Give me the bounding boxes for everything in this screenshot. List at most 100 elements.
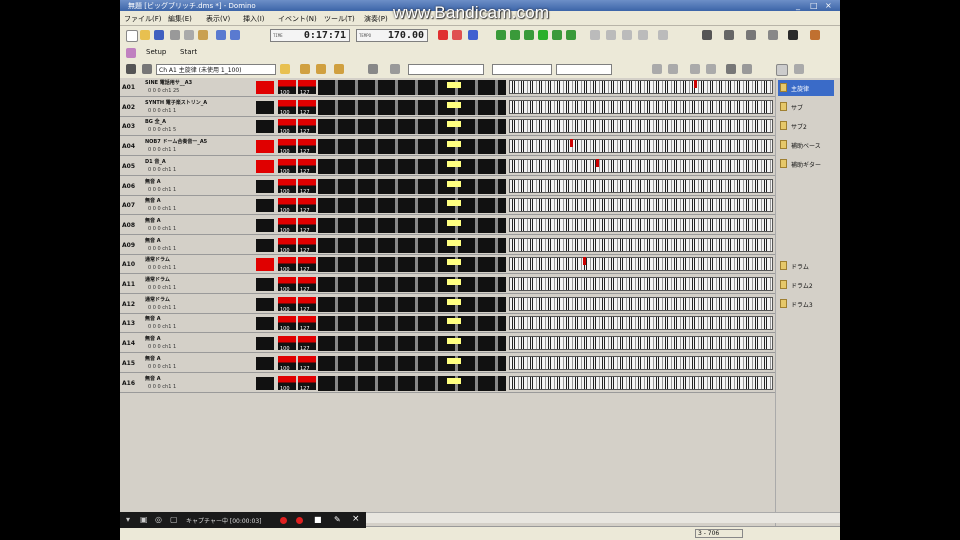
quantize-select[interactable] (492, 64, 552, 75)
minimize-button[interactable]: _ (796, 1, 800, 10)
vertical-down-icon[interactable] (742, 64, 752, 74)
pan-knob[interactable] (447, 180, 461, 187)
step-record-icon[interactable] (452, 30, 462, 40)
marker3-icon[interactable] (334, 64, 344, 74)
zoom-x4-icon[interactable] (638, 30, 648, 40)
track-name[interactable]: 通常ドラム (145, 296, 170, 303)
track-name[interactable]: BG 全_A (145, 118, 166, 125)
track-name[interactable]: 無音 A (145, 178, 161, 185)
save-icon[interactable] (154, 30, 164, 40)
folder-item[interactable]: 補助ベース (778, 137, 834, 153)
expression-meter[interactable]: 127 (298, 257, 316, 273)
track-row[interactable]: A10 通常ドラム 0 0 0 ch1 1 100 127 (120, 255, 775, 275)
maximize-button[interactable]: □ (810, 1, 818, 10)
setup-button[interactable]: Setup (146, 48, 166, 56)
zoom-in-icon[interactable] (652, 64, 662, 74)
pan-knob[interactable] (447, 279, 461, 285)
port-select[interactable]: Ch A1 主旋律 (未使用 1_100) (156, 64, 276, 75)
pan-knob[interactable] (447, 357, 461, 364)
volume-meter[interactable]: 100 (278, 217, 296, 234)
controller-cells[interactable] (318, 316, 506, 332)
pan-knob[interactable] (447, 338, 461, 345)
volume-meter[interactable]: 100 (278, 178, 296, 195)
screen-icon[interactable]: ▣ (140, 515, 148, 524)
pan-knob[interactable] (447, 298, 461, 305)
volume-meter[interactable]: 100 (278, 257, 296, 273)
record-dot-icon[interactable] (280, 517, 287, 524)
volume-meter[interactable]: 100 (278, 355, 296, 372)
prev-icon[interactable] (510, 30, 520, 40)
pan-knob[interactable] (447, 318, 461, 325)
volume-meter[interactable]: 100 (278, 158, 296, 175)
track-row[interactable]: A14 無音 A 0 0 0 ch1 1 100 127 (120, 334, 775, 354)
controller-cells[interactable] (318, 217, 506, 233)
settings-icon[interactable] (810, 30, 820, 40)
controller-cells[interactable] (318, 355, 506, 371)
expression-meter[interactable]: 127 (298, 99, 316, 116)
controller-cells[interactable] (318, 139, 506, 155)
vertical-up-icon[interactable] (726, 64, 736, 74)
volume-meter[interactable]: 100 (278, 375, 296, 392)
stop-icon[interactable] (524, 30, 534, 40)
folder-item[interactable]: ドラム3 (778, 296, 834, 312)
track-row[interactable]: A08 無音 A0 0 0 ch1 1 100 127 (120, 216, 775, 235)
play-icon[interactable] (538, 30, 548, 40)
track-row[interactable]: A13 無音 A 0 0 0 ch1 1 100 127 (120, 314, 775, 334)
zoom-x1-icon[interactable] (590, 30, 600, 40)
volume-meter[interactable]: 100 (278, 99, 296, 116)
controller-cells[interactable] (318, 336, 506, 352)
pan-knob[interactable] (447, 377, 461, 384)
zoom-x2-icon[interactable] (606, 30, 616, 40)
eraser-icon[interactable] (390, 64, 400, 74)
hzoom-out-icon[interactable] (706, 64, 716, 74)
expression-meter[interactable]: 127 (298, 217, 316, 234)
volume-meter[interactable]: 100 (278, 277, 296, 293)
track-row[interactable]: A16 無音 A0 0 0 ch1 1 100 127 (120, 374, 775, 393)
redo-icon[interactable] (230, 30, 240, 40)
pen-icon[interactable] (368, 64, 378, 74)
pan-knob[interactable] (447, 82, 461, 88)
expression-meter[interactable]: 127 (298, 355, 316, 372)
menu-edit[interactable]: 編集(E) (168, 14, 192, 24)
pencil-icon[interactable]: ✎ (334, 515, 341, 524)
menu-view[interactable]: 表示(V) (206, 14, 230, 24)
volume-meter[interactable]: 100 (278, 296, 296, 313)
folder-item[interactable]: 補助ギター (778, 156, 834, 172)
controller-cells[interactable] (318, 99, 506, 115)
cut-icon[interactable] (170, 30, 180, 40)
mixer-icon[interactable] (768, 30, 778, 40)
expression-meter[interactable]: 127 (298, 277, 316, 293)
rewind-icon[interactable] (496, 30, 506, 40)
menu-insert[interactable]: 挿入(I) (243, 14, 265, 24)
pause-icon[interactable] (296, 517, 303, 524)
close-recorder-icon[interactable]: × (352, 514, 360, 524)
track-row[interactable]: A03 BG 全_A 0 0 0 ch1 5 100 127 (120, 117, 775, 137)
track-name[interactable]: 無音 A (145, 237, 161, 244)
track-name[interactable]: SINE 電話用サ__A3 (145, 79, 192, 86)
pianoroll-icon[interactable] (746, 30, 756, 40)
pan-knob[interactable] (447, 141, 461, 148)
track-name[interactable]: 無音 A (145, 315, 161, 322)
menu-file[interactable]: ファイル(F) (124, 14, 162, 24)
track-list-icon[interactable] (126, 64, 136, 74)
pan-knob[interactable] (447, 219, 461, 226)
loop-icon[interactable] (468, 30, 478, 40)
controller-cells[interactable] (318, 158, 506, 174)
end-icon[interactable] (566, 30, 576, 40)
folder-item[interactable]: 主旋律 (778, 80, 834, 96)
track-name[interactable]: 無音 A (145, 335, 161, 342)
expression-meter[interactable]: 127 (298, 80, 316, 96)
folder-item[interactable]: ドラム (778, 258, 834, 274)
grid-icon[interactable] (702, 30, 712, 40)
expression-meter[interactable]: 127 (298, 178, 316, 195)
controller-cells[interactable] (318, 296, 506, 312)
target-icon[interactable]: ◎ (155, 515, 162, 524)
pan-knob[interactable] (447, 101, 461, 108)
close-button[interactable]: × (825, 1, 832, 10)
track-row[interactable]: A11 通常ドラム 0 0 0 ch1 1 100 127 (120, 275, 775, 294)
controller-cells[interactable] (318, 80, 506, 95)
pan-knob[interactable] (447, 160, 461, 167)
controller-cells[interactable] (318, 198, 506, 214)
forward-icon[interactable] (552, 30, 562, 40)
zoom-x5-icon[interactable] (658, 30, 668, 40)
